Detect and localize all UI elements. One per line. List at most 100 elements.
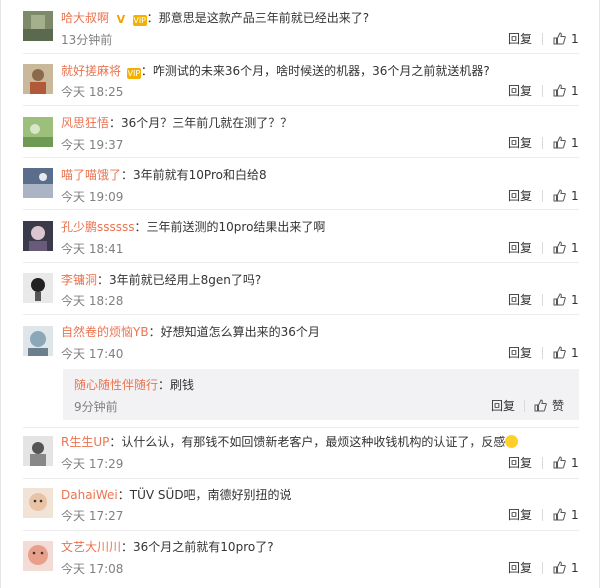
thumb-up-icon — [553, 84, 566, 97]
like-button[interactable]: 1 — [553, 32, 579, 46]
comment-text: 36个月之前就有10pro了? — [133, 540, 274, 554]
reply-button[interactable]: 回复 — [508, 241, 532, 255]
reply-button[interactable]: 回复 — [508, 561, 532, 575]
divider — [542, 33, 543, 45]
like-count: 1 — [571, 346, 579, 360]
divider — [524, 400, 525, 412]
divider — [542, 347, 543, 359]
like-button[interactable]: 1 — [553, 293, 579, 307]
like-count: 1 — [571, 136, 579, 150]
vip-icon: VIP — [132, 15, 147, 26]
like-button[interactable]: 1 — [553, 241, 579, 255]
comment-username[interactable]: 李镛洞 — [61, 273, 97, 287]
comment-username[interactable]: 自然卷的烦恼YB — [61, 325, 149, 339]
like-button[interactable]: 1 — [553, 346, 579, 360]
thumb-up-icon — [534, 399, 547, 412]
thumb-up-icon — [553, 293, 566, 306]
reply-button[interactable]: 回复 — [508, 136, 532, 150]
thumb-up-icon — [553, 508, 566, 521]
comment-username[interactable]: 哈大叔啊 — [61, 11, 109, 25]
like-button[interactable]: 1 — [553, 189, 579, 203]
like-button[interactable]: 1 — [553, 456, 579, 470]
divider — [542, 457, 543, 469]
sub-like-button[interactable]: 赞 — [534, 399, 564, 413]
comment-time: 今天 18:25 — [61, 85, 124, 99]
sub-reply-time: 9分钟前 — [74, 400, 118, 414]
comment-time: 今天 17:40 — [61, 347, 124, 361]
avatar[interactable] — [23, 168, 53, 198]
divider — [542, 190, 543, 202]
sub-reply-username[interactable]: 随心随性伴随行 — [74, 378, 158, 392]
sub-reply: 随心随性伴随行：刷钱 — [74, 378, 195, 392]
like-button[interactable]: 1 — [553, 84, 579, 98]
reply-button[interactable]: 回复 — [508, 84, 532, 98]
comment-username[interactable]: R生生UP — [61, 435, 109, 449]
comment-text: 咋测试的未来36个月，啥时候送的机器，36个月之前就送机器? — [152, 64, 490, 78]
avatar[interactable] — [23, 117, 53, 147]
reply-button[interactable]: 回复 — [508, 346, 532, 360]
comment-text: 三年前送测的10pro结果出来了啊 — [146, 220, 326, 234]
like-count: 1 — [571, 84, 579, 98]
comment-text: 认什么认，有那钱不如回馈新老客户，最烦这种收钱机构的认证了，反感 — [121, 435, 506, 449]
like-count: 1 — [571, 189, 579, 203]
thumb-up-icon — [553, 561, 566, 574]
avatar[interactable] — [23, 64, 53, 94]
reply-button[interactable]: 回复 — [508, 189, 532, 203]
reply-button[interactable]: 回复 — [508, 508, 532, 522]
divider — [23, 427, 579, 428]
avatar[interactable] — [23, 436, 53, 466]
divider — [542, 85, 543, 97]
comment-username[interactable]: 喵了喵饿了 — [61, 168, 121, 182]
comment-time: 今天 18:28 — [61, 294, 124, 308]
thumb-up-icon — [553, 346, 566, 359]
divider — [23, 530, 579, 531]
thumb-up-icon — [553, 189, 566, 202]
divider — [23, 105, 579, 106]
sub-reply-button[interactable]: 回复 — [491, 399, 515, 413]
divider — [23, 157, 579, 158]
like-count: 1 — [571, 293, 579, 307]
like-button[interactable]: 1 — [553, 136, 579, 150]
comment-text: TÜV SÜD吧，南德好别扭的说 — [129, 488, 292, 502]
avatar[interactable] — [23, 326, 53, 356]
divider — [542, 294, 543, 306]
like-count: 1 — [571, 32, 579, 46]
comment-username[interactable]: 就好搓麻将 — [61, 64, 121, 78]
avatar[interactable] — [23, 488, 53, 518]
avatar[interactable] — [23, 541, 53, 571]
thumb-up-icon — [553, 32, 566, 45]
comment-username[interactable]: 风思狂悟 — [61, 116, 109, 130]
thumb-up-icon — [553, 136, 566, 149]
divider — [542, 137, 543, 149]
reply-button[interactable]: 回复 — [508, 32, 532, 46]
like-count: 1 — [571, 456, 579, 470]
comment-username[interactable]: 文艺大川川 — [61, 540, 121, 554]
thumb-up-icon — [553, 456, 566, 469]
comment-username[interactable]: DahaiWei — [61, 488, 118, 502]
like-button[interactable]: 1 — [553, 561, 579, 575]
avatar[interactable] — [23, 221, 53, 251]
reply-button[interactable]: 回复 — [508, 293, 532, 307]
comment-text: 3年前就已经用上8gen了吗? — [109, 273, 262, 287]
sub-reply-text: 刷钱 — [170, 378, 195, 392]
verified-icon: V — [116, 13, 126, 26]
vip-icon: VIP — [126, 68, 141, 79]
comment-time: 今天 17:27 — [61, 509, 124, 523]
divider — [23, 209, 579, 210]
comment-time: 今天 17:29 — [61, 457, 124, 471]
avatar[interactable] — [23, 11, 53, 41]
reply-button[interactable]: 回复 — [508, 456, 532, 470]
avatar[interactable] — [23, 273, 53, 303]
comment-time: 13分钟前 — [61, 33, 113, 47]
comment-time: 今天 19:09 — [61, 190, 124, 204]
divider — [542, 242, 543, 254]
comment-time: 今天 17:08 — [61, 562, 124, 576]
like-button[interactable]: 1 — [553, 508, 579, 522]
thumb-up-icon — [553, 241, 566, 254]
comment-username[interactable]: 孔少鹏ssssss — [61, 220, 135, 234]
divider — [542, 562, 543, 574]
like-count: 1 — [571, 561, 579, 575]
comment-text: 好想知道怎么算出来的36个月 — [160, 325, 320, 339]
divider — [23, 314, 579, 315]
divider — [23, 262, 579, 263]
